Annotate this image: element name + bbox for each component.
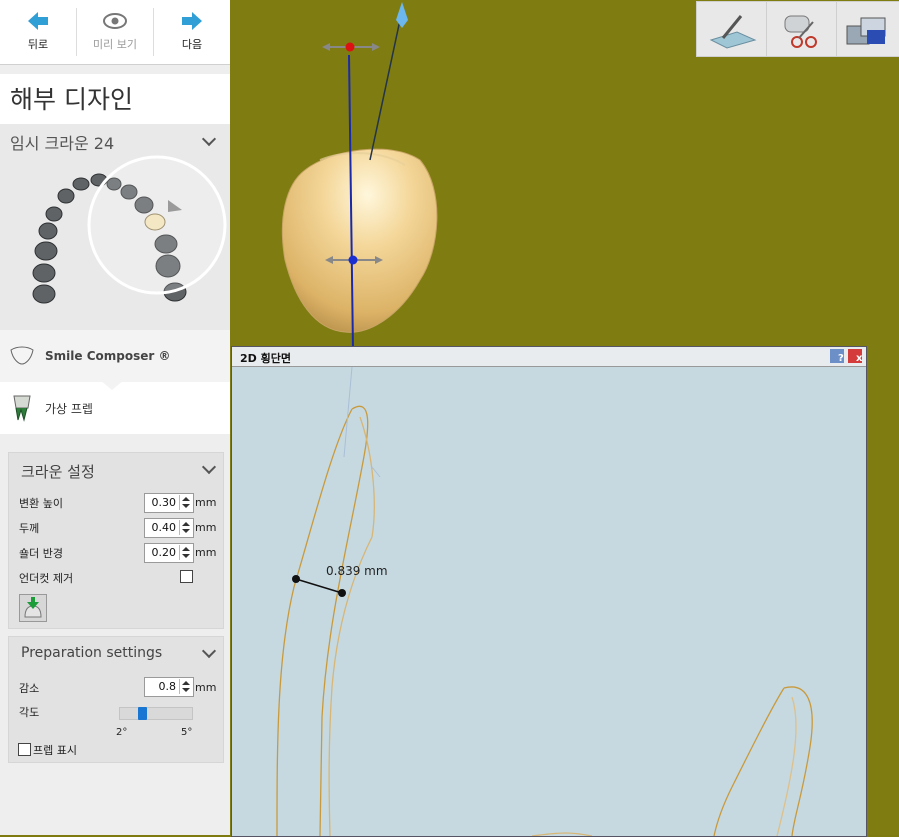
angle-slider-thumb[interactable] [138, 707, 147, 720]
crown-selector[interactable]: 임시 크라운 24 [0, 124, 230, 330]
measure-line [295, 578, 343, 594]
crown-model [281, 148, 438, 333]
apply-button[interactable] [19, 594, 47, 622]
scissors-teeth-icon [784, 15, 817, 48]
chevron-down-icon[interactable] [201, 131, 217, 147]
page-title: 해부 디자인 [0, 74, 230, 124]
chevron-down-icon[interactable] [201, 459, 217, 475]
prep-settings-panel: Preparation settings 감소 0.8 mm 각도 2° 5° … [8, 636, 224, 763]
scalpel-tool-button[interactable] [696, 1, 768, 57]
reduction-label: 감소 [19, 682, 40, 695]
reduction-spinbox[interactable]: 0.8 [144, 677, 194, 697]
blocks-tool-button[interactable] [836, 1, 899, 57]
transition-height-spinbox[interactable]: 0.30 [144, 493, 194, 513]
smile-composer-item[interactable]: Smile Composer ® [0, 330, 230, 382]
thickness-spinbox[interactable]: 0.40 [144, 518, 194, 538]
back-button[interactable]: 뒤로 [0, 0, 76, 64]
virtual-prep-label: 가상 프렙 [45, 402, 93, 416]
dialog-title: 2D 횡단면 [240, 352, 291, 365]
close-button[interactable]: x [848, 349, 862, 364]
wizard-nav: 뒤로 미리 보기 다음 [0, 0, 230, 65]
chevron-down-icon[interactable] [201, 643, 217, 659]
smile-composer-label: Smile Composer ® [45, 349, 171, 363]
scalpel-plane-icon [709, 15, 757, 49]
measure-point-b[interactable] [338, 589, 346, 597]
scissors-tool-button[interactable] [766, 1, 838, 57]
undercut-checkbox[interactable] [180, 570, 193, 583]
teeth-blocks-icon [846, 17, 886, 45]
top-handle [345, 42, 355, 52]
measurement-label: 0.839 mm [326, 564, 388, 578]
arrow-right-icon [182, 12, 202, 30]
left-panel: 뒤로 미리 보기 다음 해부 디자인 임시 크라운 24 Smile Compo… [0, 0, 230, 835]
angle-slider[interactable] [119, 707, 193, 720]
angle-label: 각도 [19, 706, 40, 719]
cross-section-canvas[interactable]: 0.839 mm [232, 367, 866, 836]
next-label: 다음 [181, 38, 203, 51]
shoulder-radius-label: 숄더 반경 [19, 547, 63, 560]
prep-tooth-icon [13, 395, 31, 422]
measure-point-a[interactable] [292, 575, 300, 583]
next-button[interactable]: 다음 [154, 0, 230, 64]
help-button[interactable]: ? [830, 349, 844, 364]
smile-tooth-icon [10, 346, 34, 365]
preview-label: 미리 보기 [93, 38, 137, 51]
cross-section-dialog: 2D 횡단면 ? x 0.839 mm [231, 346, 867, 837]
angle-min-label: 2° [116, 727, 128, 738]
direction-arrow-icon [396, 2, 408, 28]
shoulder-radius-spinbox[interactable]: 0.20 [144, 543, 194, 563]
show-prep-label: 프렙 표시 [33, 744, 77, 757]
preview-button[interactable]: 미리 보기 [77, 0, 153, 64]
crown-settings-header: 크라운 설정 [21, 463, 95, 481]
center-handle [348, 255, 358, 265]
crown-selector-label: 임시 크라운 24 [10, 134, 115, 153]
back-label: 뒤로 [27, 38, 49, 51]
prep-settings-header: Preparation settings [21, 645, 163, 661]
dental-arch-chart[interactable] [0, 152, 230, 332]
show-prep-checkbox[interactable] [18, 743, 31, 756]
arrow-left-icon [28, 12, 48, 30]
dialog-titlebar[interactable]: 2D 횡단면 ? x [232, 347, 866, 367]
crown-settings-panel: 크라운 설정 변환 높이 0.30 mm 두께 0.40 mm 숄더 반경 0.… [8, 452, 224, 629]
transition-height-label: 변환 높이 [19, 497, 63, 510]
angle-max-label: 5° [181, 727, 193, 738]
tooth-download-icon [24, 597, 42, 618]
undercut-label: 언더컷 제거 [19, 572, 74, 585]
eye-icon [103, 13, 127, 29]
thickness-label: 두께 [19, 522, 40, 535]
